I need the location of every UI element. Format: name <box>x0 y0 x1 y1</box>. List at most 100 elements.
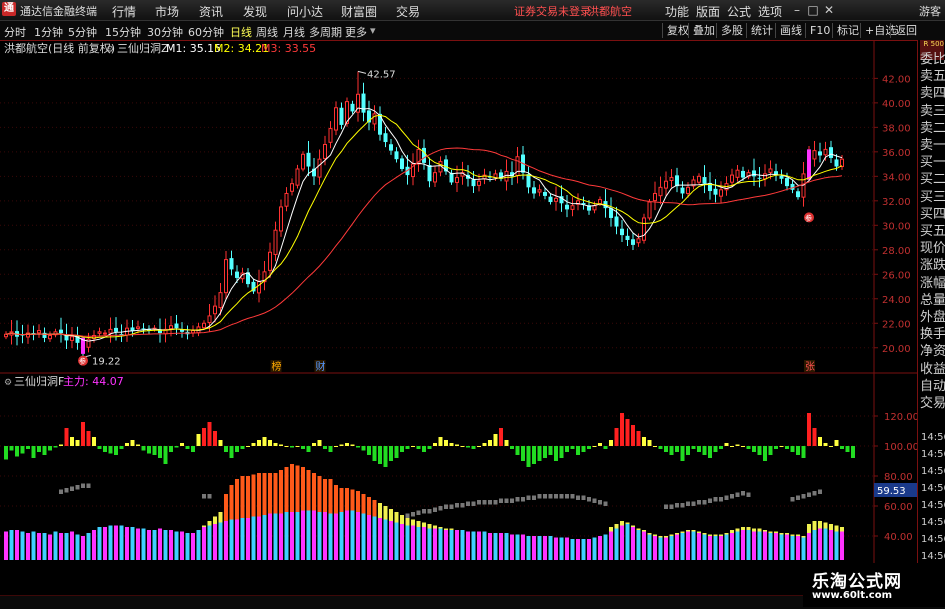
oscillator-bar[interactable] <box>323 446 327 449</box>
oscillator-bar[interactable] <box>691 446 696 449</box>
main-force-bar[interactable] <box>521 534 525 561</box>
main-force-bar[interactable] <box>257 516 261 561</box>
more-chevron-icon[interactable]: ▾ <box>370 24 376 37</box>
upper-bar[interactable] <box>224 494 228 521</box>
upper-bar[interactable] <box>433 525 437 529</box>
main-force-bar[interactable] <box>42 533 47 560</box>
oscillator-bar[interactable] <box>290 446 294 448</box>
oscillator-bar[interactable] <box>444 440 448 446</box>
main-force-bar[interactable] <box>114 525 118 561</box>
close-icon[interactable]: ✕ <box>822 3 836 17</box>
candle-body-up[interactable] <box>763 173 767 180</box>
upper-bar[interactable] <box>713 534 718 537</box>
upper-bar[interactable] <box>796 534 800 537</box>
candle-body-down[interactable] <box>235 271 239 278</box>
oscillator-bar[interactable] <box>796 446 800 455</box>
period-5min[interactable]: 5分钟 <box>68 24 97 40</box>
oscillator-bar[interactable] <box>779 446 784 447</box>
period-multi[interactable]: 多周期 <box>309 24 342 40</box>
oscillator-bar[interactable] <box>713 446 718 452</box>
main-force-bar[interactable] <box>295 512 300 560</box>
upper-bar[interactable] <box>834 525 839 532</box>
legend-indicator[interactable]: 三仙归洞Z <box>117 41 169 55</box>
main-force-bar[interactable] <box>20 531 25 561</box>
oscillator-bar[interactable] <box>598 443 602 446</box>
oscillator-bar[interactable] <box>455 444 459 447</box>
oscillator-bar[interactable] <box>405 446 410 449</box>
oscillator-bar[interactable] <box>631 425 635 446</box>
main-force-bar[interactable] <box>411 525 415 561</box>
main-force-bar[interactable] <box>686 531 690 561</box>
main-force-bar[interactable] <box>81 536 85 560</box>
main-force-bar[interactable] <box>444 530 448 560</box>
main-force-bar[interactable] <box>631 527 635 560</box>
main-force-bar[interactable] <box>97 527 102 560</box>
main-force-bar[interactable] <box>345 510 349 561</box>
candle-body-up[interactable] <box>70 336 74 341</box>
oscillator-bar[interactable] <box>279 444 283 447</box>
candle-body-down[interactable] <box>361 93 366 113</box>
upper-bar[interactable] <box>416 521 421 527</box>
period-weekly[interactable]: 周线 <box>256 24 278 40</box>
upper-bar[interactable] <box>763 530 767 532</box>
candle-body-up[interactable] <box>257 281 261 294</box>
oscillator-bar[interactable] <box>59 444 63 447</box>
main-force-bar[interactable] <box>427 528 432 561</box>
main-force-bar[interactable] <box>834 531 839 561</box>
candle-body-up[interactable] <box>334 107 338 131</box>
candle-body-down[interactable] <box>422 147 426 163</box>
candle-body-up[interactable] <box>372 113 377 125</box>
main-force-bar[interactable] <box>130 527 135 560</box>
candle-body-up[interactable] <box>823 148 828 156</box>
oscillator-bar[interactable] <box>389 446 393 461</box>
upper-bar[interactable] <box>741 527 745 530</box>
main-force-bar[interactable] <box>774 533 778 560</box>
main-force-bar[interactable] <box>312 510 316 561</box>
candle-body-up[interactable] <box>103 332 107 335</box>
upper-bar[interactable] <box>807 524 811 533</box>
upper-bar[interactable] <box>240 476 245 518</box>
oscillator-bar[interactable] <box>312 443 316 446</box>
tool-stats[interactable]: 统计 <box>746 23 773 38</box>
candle-body-up[interactable] <box>598 199 602 205</box>
main-force-bar[interactable] <box>224 521 228 560</box>
oscillator-bar[interactable] <box>169 446 173 452</box>
sub-legend-indicator[interactable]: 三仙归洞F <box>14 374 64 388</box>
candle-body-up[interactable] <box>730 174 734 183</box>
upper-bar[interactable] <box>350 489 355 511</box>
candle-body-down[interactable] <box>400 158 404 169</box>
candle-body-down[interactable] <box>543 192 547 196</box>
main-force-bar[interactable] <box>840 531 844 561</box>
oscillator-bar[interactable] <box>845 446 850 452</box>
oscillator-bar[interactable] <box>449 443 454 446</box>
price-chart[interactable]: 42.00 40.00 38.00 36.00 34.00 32.00 30.00 28.00… <box>0 40 917 609</box>
main-force-bar[interactable] <box>587 539 591 560</box>
upper-bar[interactable] <box>229 485 234 520</box>
oscillator-bar[interactable] <box>785 446 789 449</box>
main-force-bar[interactable] <box>383 519 388 561</box>
oscillator-bar[interactable] <box>735 444 740 447</box>
main-force-bar[interactable] <box>378 518 382 560</box>
oscillator-bar[interactable] <box>543 446 547 458</box>
period-1min[interactable]: 1分钟 <box>34 24 63 40</box>
upper-bar[interactable] <box>785 533 789 535</box>
oscillator-bar[interactable] <box>823 443 828 446</box>
upper-bar[interactable] <box>812 521 817 530</box>
main-force-bar[interactable] <box>609 531 613 561</box>
oscillator-bar[interactable] <box>75 440 80 446</box>
tool-mark[interactable]: 标记 <box>832 23 859 38</box>
oscillator-bar[interactable] <box>301 446 305 449</box>
oscillator-bar[interactable] <box>427 446 432 449</box>
main-force-bar[interactable] <box>581 539 586 560</box>
oscillator-bar[interactable] <box>125 443 129 446</box>
candle-body-down[interactable] <box>741 170 745 178</box>
upper-bar[interactable] <box>653 534 657 537</box>
main-force-bar[interactable] <box>389 521 393 560</box>
main-force-bar[interactable] <box>724 534 729 561</box>
main-force-bar[interactable] <box>213 524 217 560</box>
upper-bar[interactable] <box>449 528 454 531</box>
oscillator-bar[interactable] <box>328 446 333 452</box>
candle-body-down[interactable] <box>614 216 619 227</box>
oscillator-bar[interactable] <box>235 446 239 452</box>
main-force-bar[interactable] <box>240 518 245 560</box>
